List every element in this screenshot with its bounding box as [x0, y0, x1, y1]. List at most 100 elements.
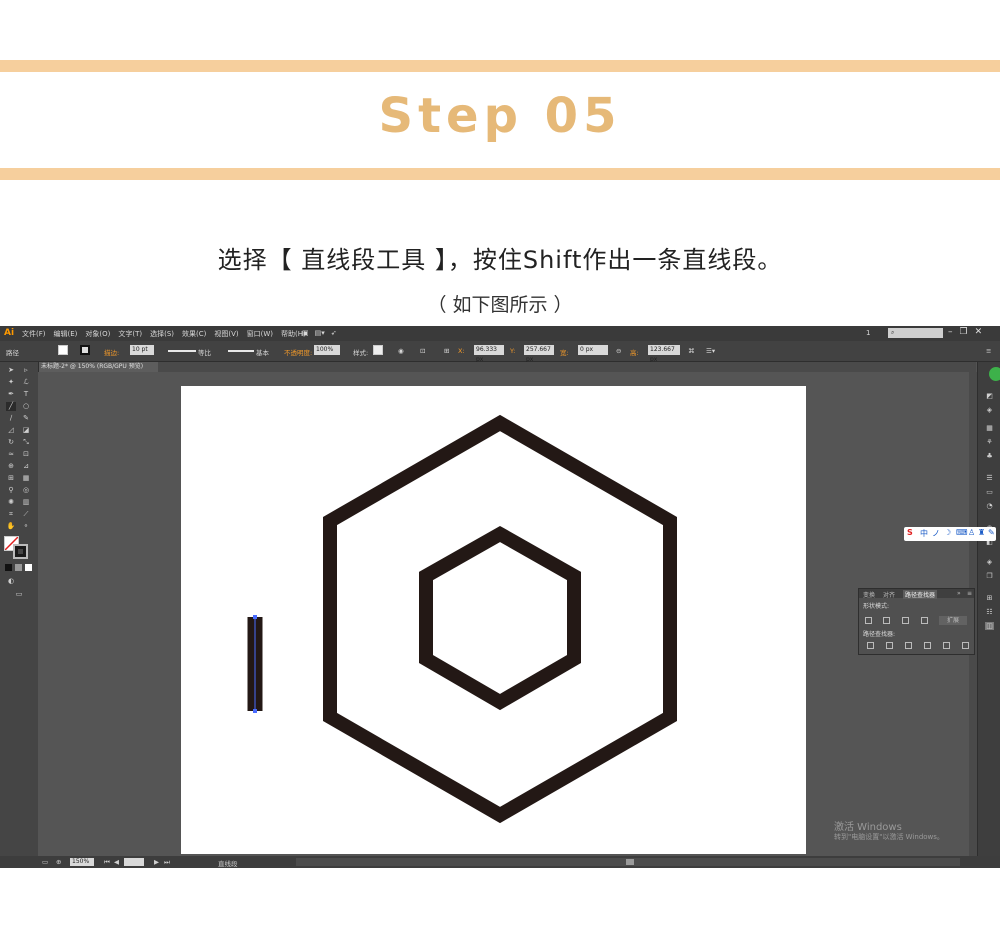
profile-label[interactable]: 等比	[198, 347, 211, 357]
artboard-nav-icon[interactable]: ▭	[42, 858, 48, 866]
ime-moon-icon[interactable]: ☽	[944, 528, 951, 537]
ime-punct-icon[interactable]: ノ	[932, 528, 940, 539]
horizontal-scrollbar[interactable]	[296, 858, 960, 866]
pen-tool-icon[interactable]: ✒	[6, 390, 16, 399]
transform-icon[interactable]: ⌘	[688, 347, 695, 355]
inner-hexagon[interactable]	[419, 525, 581, 711]
panel-menu-icon[interactable]: ☰▾	[706, 347, 715, 355]
stroke-swatch[interactable]	[80, 345, 90, 355]
symbol-sprayer-tool-icon[interactable]: ✺	[6, 498, 16, 507]
menu-view[interactable]: 视图(V)	[214, 329, 238, 339]
opacity-label[interactable]: 不透明度:	[284, 347, 312, 357]
brushes-panel-icon[interactable]: ⚘	[985, 438, 994, 446]
unite-icon[interactable]	[865, 617, 872, 624]
width-tool-icon[interactable]: ≈	[6, 450, 16, 459]
h-field[interactable]: 123.667 px	[648, 345, 680, 363]
line-anchor-top[interactable]	[253, 615, 257, 619]
constrain-link-icon[interactable]: ⊖	[616, 347, 621, 355]
perspective-grid-tool-icon[interactable]: ⊿	[21, 462, 31, 471]
merge-icon[interactable]	[905, 642, 912, 649]
pencil-tool-icon[interactable]: ✎	[21, 414, 31, 423]
stroke-weight-field[interactable]: 10 pt	[130, 345, 154, 355]
document-tab[interactable]: 未标题-2* @ 150% (RGB/GPU 预览)	[38, 362, 158, 372]
minus-front-icon[interactable]	[883, 617, 890, 624]
pathfinder-panel-icon[interactable]: ◫	[985, 622, 994, 630]
sogou-logo-icon[interactable]: S	[907, 528, 913, 537]
transparency-panel-icon[interactable]: ◔	[985, 502, 994, 510]
tab-align[interactable]: 对齐	[883, 590, 895, 599]
arrange-documents-icon[interactable]: ▤▾	[315, 329, 325, 337]
panel-menu-icon[interactable]: ≡	[967, 590, 972, 597]
outline-icon[interactable]	[943, 642, 950, 649]
prev-artboard-icon[interactable]: ◀	[114, 858, 119, 866]
menu-select[interactable]: 选择(S)	[150, 329, 174, 339]
horizontal-scroll-thumb[interactable]	[626, 859, 634, 865]
bridge-icon[interactable]: ▣	[302, 329, 309, 337]
stroke-panel-icon[interactable]: ☰	[985, 474, 994, 482]
tab-transform[interactable]: 变换	[863, 590, 875, 599]
artboard-new-icon[interactable]: ⊕	[56, 858, 61, 866]
magic-wand-tool-icon[interactable]: ✦	[6, 378, 16, 387]
line-anchor-bottom[interactable]	[253, 709, 257, 713]
ellipse-tool-icon[interactable]: ○	[21, 402, 31, 411]
layers-panel-icon[interactable]: ◈	[985, 558, 994, 566]
last-artboard-icon[interactable]: ⏭	[164, 858, 170, 867]
shape-builder-tool-icon[interactable]: ⊕	[6, 462, 16, 471]
gradient-mode-icon[interactable]	[15, 564, 22, 571]
blend-tool-icon[interactable]: ◎	[21, 486, 31, 495]
control-menu-icon[interactable]: ≡	[986, 347, 991, 355]
ime-chinese-icon[interactable]: 中	[920, 528, 928, 539]
divide-icon[interactable]	[867, 642, 874, 649]
expand-button[interactable]: 扩展	[939, 616, 967, 625]
ime-keyboard-icon[interactable]: ⌨	[956, 528, 968, 537]
color-mode-icon[interactable]	[5, 564, 12, 571]
align-panel-icon[interactable]: ☷	[985, 608, 994, 616]
rotate-tool-icon[interactable]: ↻	[6, 438, 16, 447]
tab-pathfinder[interactable]: 路径查找器	[903, 590, 938, 599]
artboard[interactable]	[181, 386, 806, 854]
symbols-panel-icon[interactable]: ♣	[985, 452, 994, 460]
mesh-tool-icon[interactable]: ⊞	[6, 474, 16, 483]
eraser-tool-icon[interactable]: ◪	[21, 426, 31, 435]
ime-shirt-icon[interactable]: ♜	[978, 528, 985, 537]
align-icon[interactable]: ⊡	[420, 347, 425, 355]
panel-collapse-icon[interactable]: »	[957, 590, 961, 597]
artboard-number-field[interactable]	[124, 858, 144, 866]
color-panel-icon[interactable]: ◩	[985, 392, 994, 400]
y-field[interactable]: 257.667 px	[524, 345, 554, 363]
stroke-color-box[interactable]	[13, 544, 28, 559]
sync-status-icon[interactable]	[989, 367, 1000, 381]
menu-effect[interactable]: 效果(C)	[182, 329, 206, 339]
hand-tool-icon[interactable]: ✋	[6, 522, 16, 531]
stroke-label[interactable]: 描边:	[104, 347, 119, 357]
type-tool-icon[interactable]: T	[21, 390, 31, 399]
artboard-tool-icon[interactable]: ⌗	[6, 510, 16, 519]
color-guide-icon[interactable]: ◈	[985, 406, 994, 414]
crop-icon[interactable]	[924, 642, 931, 649]
scale-tool-icon[interactable]: ⤡	[21, 438, 31, 447]
x-field[interactable]: 96.333 px	[474, 345, 504, 363]
graph-tool-icon[interactable]: ▥	[21, 498, 31, 507]
menu-file[interactable]: 文件(F)	[22, 329, 46, 339]
draw-mode-icon[interactable]: ◐	[6, 577, 16, 586]
eyedropper-tool-icon[interactable]: ⚲	[6, 486, 16, 495]
selection-tool-icon[interactable]: ➤	[6, 366, 16, 375]
screen-mode-icon[interactable]: ▭	[14, 590, 24, 599]
close-button[interactable]: ✕	[975, 327, 983, 337]
restore-button[interactable]: ❐	[960, 327, 968, 337]
menu-object[interactable]: 对象(O)	[85, 329, 110, 339]
trim-icon[interactable]	[886, 642, 893, 649]
send-icon[interactable]: ➶	[331, 329, 337, 337]
next-artboard-icon[interactable]: ▶	[154, 858, 159, 866]
minus-back-icon[interactable]	[962, 642, 969, 649]
gradient-panel-icon[interactable]: ▭	[985, 488, 994, 496]
slice-tool-icon[interactable]: ⟋	[21, 510, 31, 519]
menu-edit[interactable]: 编辑(E)	[54, 329, 78, 339]
minimize-button[interactable]: –	[948, 327, 953, 337]
intersect-icon[interactable]	[902, 617, 909, 624]
transform-panel-icon[interactable]: ⊞	[985, 594, 994, 602]
canvas-area[interactable]	[38, 372, 969, 856]
swatches-panel-icon[interactable]: ▦	[985, 424, 994, 432]
zoom-tool-icon[interactable]: ⚬	[21, 522, 31, 531]
exclude-icon[interactable]	[921, 617, 928, 624]
